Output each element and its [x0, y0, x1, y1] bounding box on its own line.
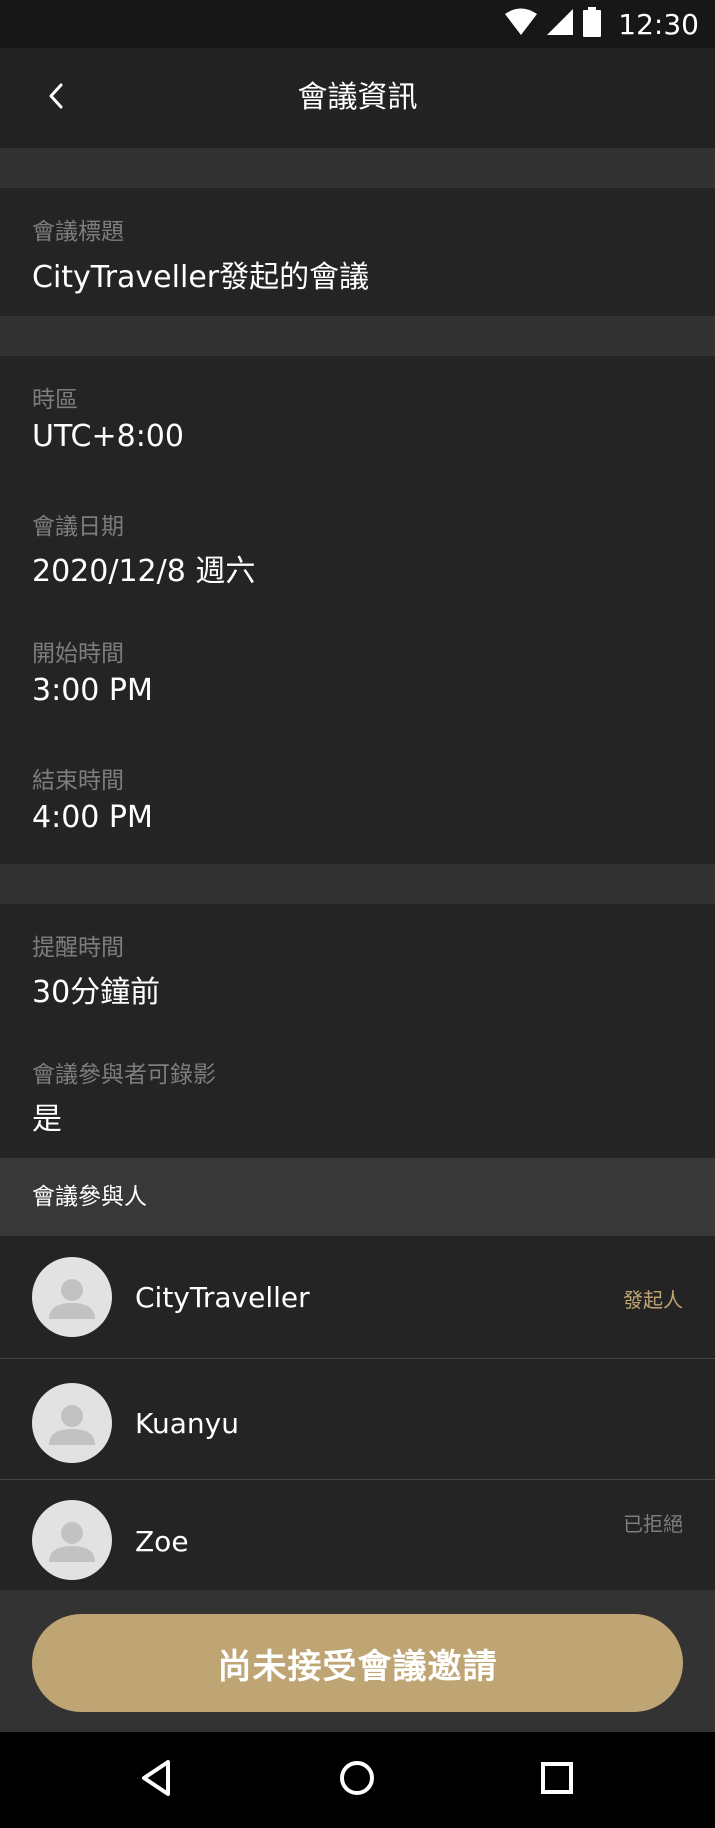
back-triangle-icon: [138, 1758, 178, 1802]
participants-header: 會議參與人: [0, 1158, 715, 1236]
date-value: 2020/12/8 週六: [32, 554, 256, 589]
reminder-label: 提醒時間: [32, 935, 124, 961]
participant-name: CityTraveller: [135, 1281, 310, 1314]
end-time-value: 4:00 PM: [32, 800, 153, 835]
cell-signal-icon: [546, 8, 574, 40]
avatar: [32, 1257, 112, 1337]
options-section: 提醒時間 30分鐘前 會議參與者可錄影 是: [0, 904, 715, 1158]
participant-item[interactable]: CityTraveller 發起人: [0, 1236, 715, 1358]
participant-item[interactable]: Zoe 已拒絕: [0, 1480, 715, 1590]
meeting-title-section: 會議標題 CityTraveller發起的會議: [0, 188, 715, 316]
page-title: 會議資訊: [297, 80, 418, 115]
chevron-left-icon: [44, 81, 68, 115]
footer-action-area: 尚未接受會議邀請: [0, 1590, 715, 1732]
wifi-icon: [504, 8, 538, 40]
person-icon: [49, 1405, 95, 1445]
participant-name: Kuanyu: [135, 1407, 239, 1440]
status-icons: 12:30: [504, 0, 699, 48]
person-icon: [49, 1279, 95, 1319]
pending-invitation-button[interactable]: 尚未接受會議邀請: [32, 1614, 683, 1712]
nav-back-button[interactable]: [132, 1754, 184, 1806]
system-nav-bar: [0, 1732, 715, 1828]
recording-label: 會議參與者可錄影: [32, 1062, 216, 1088]
person-icon: [49, 1522, 95, 1562]
recents-square-icon: [537, 1758, 577, 1802]
section-separator: [0, 148, 715, 188]
timezone-value: UTC+8:00: [32, 419, 184, 454]
declined-badge: 已拒絕: [623, 1512, 683, 1536]
schedule-section: 時區 UTC+8:00 會議日期 2020/12/8 週六 開始時間 3:00 …: [0, 356, 715, 864]
nav-recents-button[interactable]: [531, 1754, 583, 1806]
reminder-value: 30分鐘前: [32, 975, 161, 1010]
nav-home-button[interactable]: [331, 1754, 383, 1806]
back-button[interactable]: [30, 72, 82, 124]
status-bar: 12:30: [0, 0, 715, 48]
start-time-value: 3:00 PM: [32, 673, 153, 708]
meeting-title-label: 會議標題: [32, 219, 124, 245]
date-label: 會議日期: [32, 514, 124, 540]
meeting-title-value: CityTraveller發起的會議: [32, 260, 370, 295]
end-time-label: 結束時間: [32, 768, 124, 794]
participant-item[interactable]: Kuanyu: [0, 1359, 715, 1479]
organizer-badge: 發起人: [623, 1288, 683, 1312]
participants-header-label: 會議參與人: [32, 1184, 147, 1210]
start-time-label: 開始時間: [32, 641, 124, 667]
section-separator: [0, 864, 715, 904]
section-separator: [0, 316, 715, 356]
timezone-label: 時區: [32, 387, 78, 413]
recording-value: 是: [32, 1102, 62, 1137]
avatar: [32, 1383, 112, 1463]
avatar: [32, 1500, 112, 1580]
participant-name: Zoe: [135, 1525, 189, 1558]
home-circle-icon: [337, 1758, 377, 1802]
status-time: 12:30: [618, 7, 699, 41]
battery-icon: [582, 7, 602, 41]
app-bar: 會議資訊: [0, 48, 715, 148]
